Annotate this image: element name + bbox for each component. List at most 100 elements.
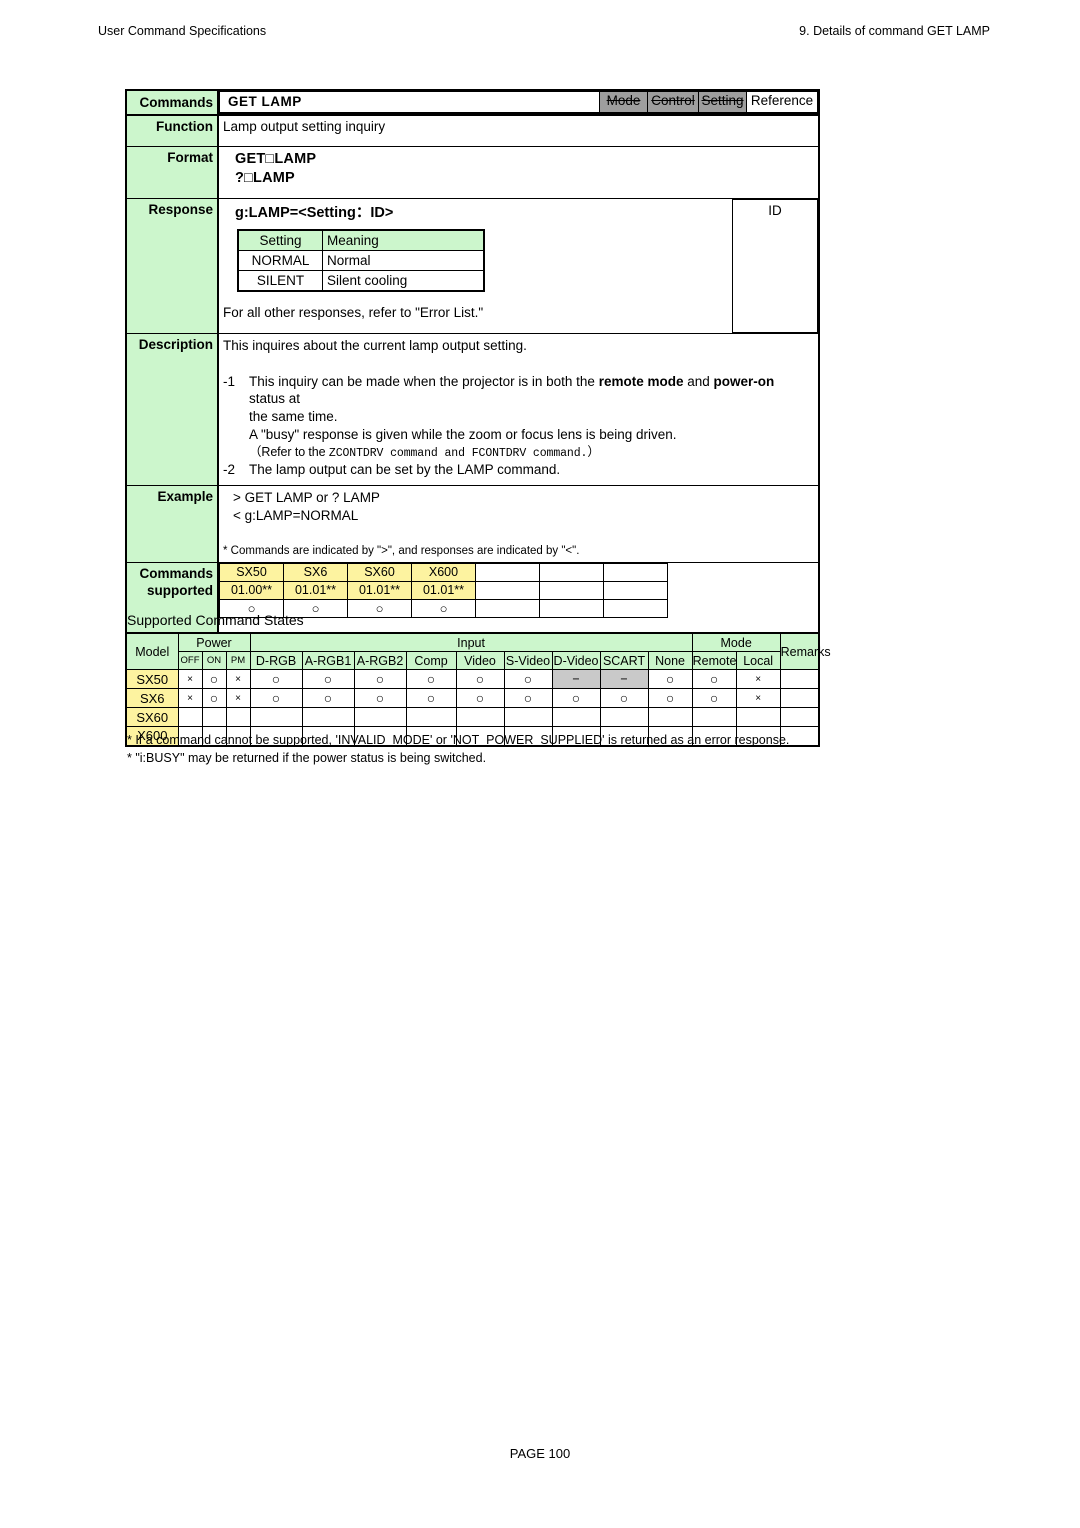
label-example: Example bbox=[125, 484, 219, 563]
supported-version-4 bbox=[475, 580, 540, 600]
supported-model-2: SX60 bbox=[347, 562, 412, 582]
command-title-row: Commands GET LAMP Mode Control Setting R… bbox=[125, 89, 820, 116]
supported-mark-4 bbox=[475, 598, 540, 618]
states-subheader-input-video: Video bbox=[455, 651, 505, 670]
states-sx6-input-video: ○ bbox=[455, 688, 505, 708]
states-sx6-mode-remote: ○ bbox=[691, 688, 737, 708]
states-sx60-input-argb2 bbox=[353, 707, 407, 727]
states-sx6-power-on: ○ bbox=[201, 688, 227, 708]
states-subheader-input-scart: SCART bbox=[599, 651, 649, 670]
flag-control: Control bbox=[647, 90, 699, 114]
description-row: Description This inquires about the curr… bbox=[125, 332, 820, 486]
supported-model-0: SX50 bbox=[219, 562, 284, 582]
flag-setting: Setting bbox=[698, 90, 747, 114]
header-left-text: User Command Specifications bbox=[98, 24, 267, 38]
states-sx60-remarks bbox=[779, 707, 820, 727]
states-sx60-input-video bbox=[455, 707, 505, 727]
command-title: GET LAMP bbox=[219, 90, 600, 114]
states-sx60-input-svideo bbox=[503, 707, 553, 727]
subtable-setting-normal: NORMAL bbox=[237, 250, 323, 272]
supported-version-6 bbox=[603, 580, 668, 600]
states-sx6-input-argb2: ○ bbox=[353, 688, 407, 708]
supported-mark-5 bbox=[539, 598, 604, 618]
states-sx60-input-none bbox=[647, 707, 693, 727]
states-sx60-mode-local bbox=[735, 707, 781, 727]
example-row: Example > GET LAMP or ? LAMP < g:LAMP=NO… bbox=[125, 484, 820, 563]
supported-model-1: SX6 bbox=[283, 562, 348, 582]
states-subheader-mode-remote: Remote bbox=[691, 651, 737, 670]
example-line-2: < g:LAMP=NORMAL bbox=[233, 507, 359, 523]
flag-reference: Reference bbox=[746, 90, 818, 114]
subtable-header-meaning: Meaning bbox=[322, 229, 485, 252]
states-subheader-input-drgb: D-RGB bbox=[249, 651, 303, 670]
states-sx6-input-scart: ○ bbox=[599, 688, 649, 708]
states-subheader-power-off: OFF bbox=[177, 651, 203, 670]
label-function: Function bbox=[125, 114, 219, 147]
states-header-remarks: Remarks bbox=[779, 632, 831, 670]
supported-spacer-bot bbox=[668, 599, 819, 617]
states-sx50-mode-local: × bbox=[735, 669, 781, 689]
states-sx6-input-drgb: ○ bbox=[249, 688, 303, 708]
document-page: User Command Specifications 9. Details o… bbox=[0, 0, 1080, 1528]
states-header-power: Power bbox=[177, 632, 251, 652]
states-sx60-input-dvideo bbox=[551, 707, 601, 727]
response-syntax: g:LAMP=<Setting：ID> bbox=[235, 205, 394, 222]
states-row-sx60: SX60 bbox=[125, 707, 820, 727]
label-commands-supported: Commands supported bbox=[125, 561, 219, 642]
header-right-text: 9. Details of command GET LAMP bbox=[799, 24, 990, 38]
label-description: Description bbox=[125, 332, 219, 486]
states-subheader-input-argb1: A-RGB1 bbox=[301, 651, 355, 670]
states-model-sx60: SX60 bbox=[125, 707, 179, 727]
description-item-2-number: -2 bbox=[223, 461, 236, 477]
subtable-header-setting: Setting bbox=[237, 229, 323, 252]
states-sx50-input-scart: − bbox=[599, 669, 649, 689]
states-subheader-mode-local: Local bbox=[735, 651, 781, 670]
states-sx6-remarks bbox=[779, 688, 820, 708]
states-sx50-remarks bbox=[779, 669, 820, 689]
states-sx60-mode-remote bbox=[691, 707, 737, 727]
subtable-row: SILENT Silent cooling bbox=[237, 270, 485, 292]
format-line-1: GET□LAMP bbox=[235, 150, 317, 167]
commands-supported-grid: SX50 SX6 SX60 X600 01.00** 01.01** 01.01… bbox=[219, 562, 819, 640]
supported-version-3: 01.01** bbox=[411, 580, 476, 600]
states-sx60-power-on bbox=[201, 707, 227, 727]
states-sx6-mode-local: × bbox=[735, 688, 781, 708]
description-item-2-line-1: The lamp output can be set by the LAMP c… bbox=[249, 461, 561, 477]
supported-spacer-mid bbox=[668, 581, 819, 599]
example-line-1: > GET LAMP or ? LAMP bbox=[233, 489, 380, 505]
response-row: Response g:LAMP=<Setting：ID> Setting Mea… bbox=[125, 197, 820, 334]
response-id-column: ID bbox=[732, 198, 818, 333]
label-format: Format bbox=[125, 145, 219, 199]
supported-model-6 bbox=[603, 562, 668, 582]
subtable-meaning-silent: Silent cooling bbox=[322, 270, 485, 292]
states-group-header-row: Model Power Input Mode Remarks bbox=[125, 632, 831, 670]
states-header-model: Model bbox=[125, 632, 179, 670]
response-error-note: For all other responses, refer to "Error… bbox=[223, 305, 484, 321]
states-subheader-input-dvideo: D-Video bbox=[551, 651, 601, 670]
states-sx6-power-off: × bbox=[177, 688, 203, 708]
states-sub-header-row: OFF ON PM D-RGB A-RGB1 A-RGB2 Comp Video… bbox=[126, 651, 819, 670]
label-commands: Commands bbox=[125, 89, 219, 116]
description-item-1-line-2: A "busy" response is given while the zoo… bbox=[249, 427, 677, 442]
states-sx50-input-svideo: ○ bbox=[503, 669, 553, 689]
description-item-2: -2 The lamp output can be set by the LAM… bbox=[223, 461, 814, 479]
states-model-sx50: SX50 bbox=[125, 669, 179, 689]
states-subheader-input-comp: Comp bbox=[405, 651, 457, 670]
states-sx50-mode-remote: ○ bbox=[691, 669, 737, 689]
flag-mode: Mode bbox=[599, 90, 648, 114]
states-sx6-input-svideo: ○ bbox=[503, 688, 553, 708]
supported-mark-6 bbox=[603, 598, 668, 618]
states-sx60-power-pm bbox=[225, 707, 251, 727]
supported-version-0: 01.00** bbox=[219, 580, 284, 600]
function-text: Lamp output setting inquiry bbox=[217, 114, 820, 147]
supported-command-states-table: Model Power Input Mode Remarks OFF ON PM… bbox=[125, 632, 831, 747]
page-footer: PAGE 100 bbox=[509, 1446, 571, 1461]
supported-version-2: 01.01** bbox=[347, 580, 412, 600]
supported-mark-row: ○ ○ ○ ○ bbox=[219, 598, 819, 618]
states-sx50-input-video: ○ bbox=[455, 669, 505, 689]
states-sx6-input-argb1: ○ bbox=[301, 688, 355, 708]
description-item-1-line-1: This inquiry can be made when the projec… bbox=[249, 373, 775, 425]
supported-spacer-top bbox=[668, 563, 819, 581]
subtable-header-row: Setting Meaning bbox=[237, 229, 485, 252]
states-sx50-input-dvideo: − bbox=[551, 669, 601, 689]
